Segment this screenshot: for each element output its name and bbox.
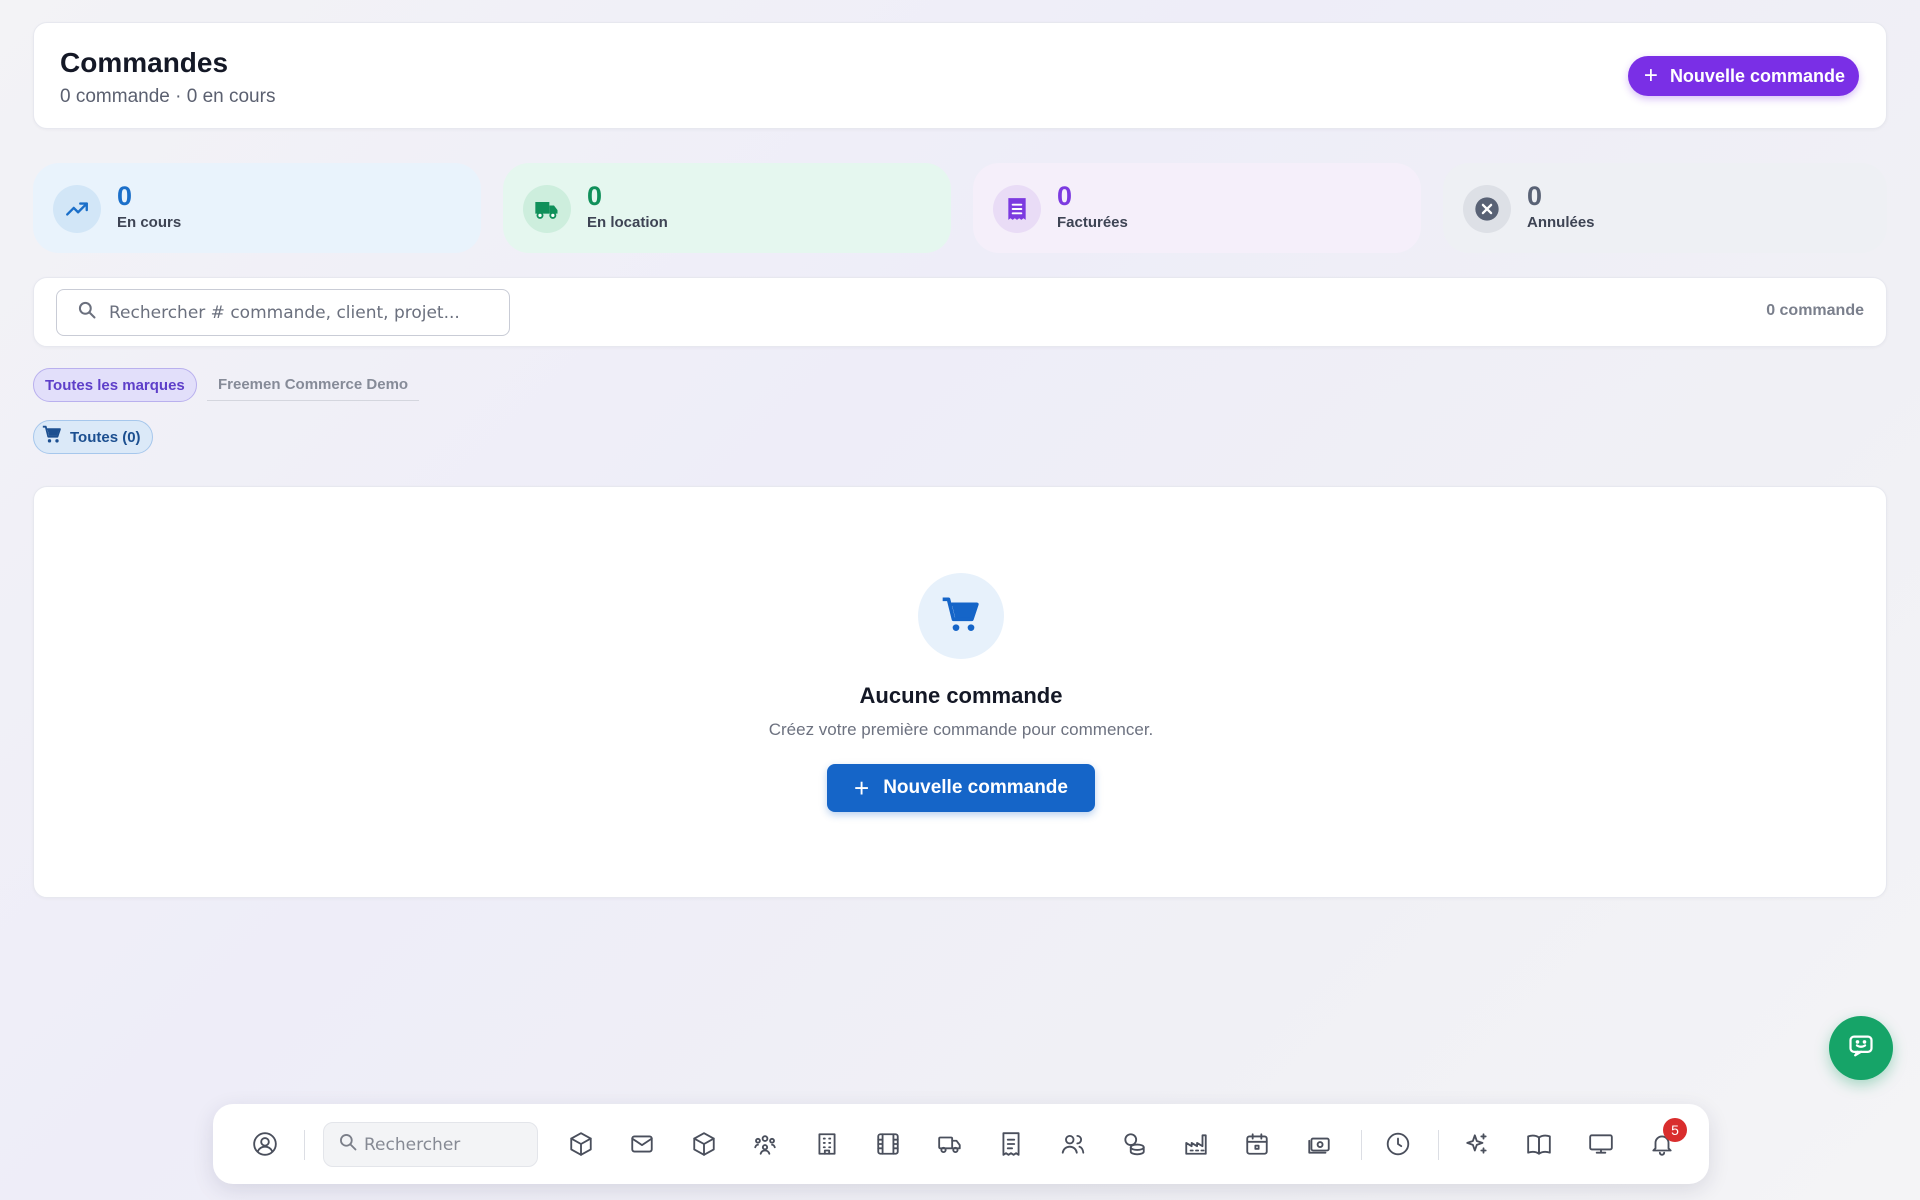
dock-search-input[interactable] bbox=[364, 1134, 524, 1155]
stat-value: 0 bbox=[1057, 181, 1073, 211]
search-box[interactable] bbox=[56, 289, 510, 336]
dock-divider bbox=[1361, 1130, 1362, 1160]
stat-value: 0 bbox=[587, 181, 603, 211]
user-circle-icon[interactable] bbox=[245, 1124, 285, 1164]
users-icon[interactable] bbox=[1053, 1124, 1093, 1164]
stat-value: 0 bbox=[117, 181, 133, 211]
calendar-icon[interactable] bbox=[1237, 1124, 1277, 1164]
empty-state-subtitle: Créez votre première commande pour comme… bbox=[768, 720, 1154, 739]
brand-filter-all[interactable]: Toutes les marques bbox=[33, 368, 197, 402]
page-header: Commandes 0 commande · 0 en cours + Nouv… bbox=[33, 22, 1887, 129]
clock-icon[interactable] bbox=[1378, 1124, 1418, 1164]
book-icon[interactable] bbox=[1519, 1124, 1559, 1164]
team-icon[interactable] bbox=[745, 1124, 785, 1164]
stat-label: Facturées bbox=[1057, 214, 1128, 231]
truck-icon bbox=[523, 185, 571, 233]
bottom-dock: 5 bbox=[213, 1104, 1709, 1184]
dock-search-box[interactable] bbox=[323, 1122, 538, 1167]
stat-label: En location bbox=[587, 214, 668, 231]
status-filter-label: Toutes (0) bbox=[70, 428, 141, 446]
mail-icon[interactable] bbox=[622, 1124, 662, 1164]
cash-icon[interactable] bbox=[1299, 1124, 1339, 1164]
plus-icon: + bbox=[1643, 62, 1658, 89]
film-icon[interactable] bbox=[868, 1124, 908, 1164]
trending-up-icon bbox=[53, 185, 101, 233]
chat-icon bbox=[1847, 1032, 1875, 1065]
sparkles-icon[interactable] bbox=[1457, 1124, 1497, 1164]
stat-card-en-cours[interactable]: 0 En cours bbox=[33, 163, 481, 253]
chat-button[interactable] bbox=[1829, 1016, 1893, 1080]
box-icon[interactable] bbox=[561, 1124, 601, 1164]
plus-icon: + bbox=[854, 773, 870, 803]
factory-icon[interactable] bbox=[1176, 1124, 1216, 1164]
monitor-icon[interactable] bbox=[1581, 1124, 1621, 1164]
order-count: 0 commande bbox=[1766, 302, 1864, 319]
new-order-button-label: Nouvelle commande bbox=[883, 777, 1068, 798]
search-icon bbox=[77, 300, 97, 325]
stat-label: En cours bbox=[117, 214, 182, 231]
truck-icon[interactable] bbox=[930, 1124, 970, 1164]
page-title: Commandes bbox=[60, 47, 229, 78]
notification-badge: 5 bbox=[1663, 1118, 1687, 1142]
coins-icon[interactable] bbox=[1114, 1124, 1154, 1164]
new-order-button-label: Nouvelle commande bbox=[1669, 65, 1845, 86]
page-subtitle: 0 commande · 0 en cours bbox=[60, 86, 276, 107]
stat-card-facturees[interactable]: 0 Facturées bbox=[973, 163, 1421, 253]
stat-value: 0 bbox=[1527, 181, 1543, 211]
new-order-button-empty[interactable]: + Nouvelle commande bbox=[827, 764, 1095, 812]
new-order-button[interactable]: + Nouvelle commande bbox=[1627, 56, 1859, 96]
empty-state-title: Aucune commande bbox=[859, 683, 1063, 708]
stat-card-annulees[interactable]: 0 Annulées bbox=[1443, 163, 1887, 253]
stat-card-en-location[interactable]: 0 En location bbox=[503, 163, 951, 253]
notifications-button[interactable]: 5 bbox=[1642, 1118, 1687, 1164]
dock-divider bbox=[1438, 1130, 1439, 1160]
cancel-icon bbox=[1463, 185, 1511, 233]
package-icon[interactable] bbox=[684, 1124, 724, 1164]
search-icon bbox=[338, 1132, 358, 1157]
receipt-icon[interactable] bbox=[991, 1124, 1031, 1164]
status-filter-all[interactable]: Toutes (0) bbox=[33, 420, 153, 454]
stat-label: Annulées bbox=[1527, 214, 1595, 231]
cart-icon bbox=[42, 425, 62, 449]
building-icon[interactable] bbox=[807, 1124, 847, 1164]
search-bar-card: 0 commande bbox=[33, 277, 1887, 347]
cart-icon bbox=[918, 573, 1004, 659]
empty-state-card: Aucune commande Créez votre première com… bbox=[33, 486, 1887, 898]
brand-filter-freemen[interactable]: Freemen Commerce Demo bbox=[207, 368, 420, 401]
receipt-icon bbox=[993, 185, 1041, 233]
dock-divider bbox=[304, 1130, 305, 1160]
search-input[interactable] bbox=[109, 302, 489, 323]
